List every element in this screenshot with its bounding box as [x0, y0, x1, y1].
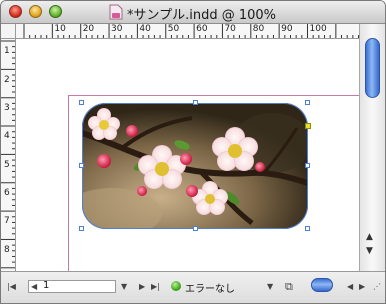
open-document-icon[interactable]: ⧉ [285, 280, 293, 294]
vertical-scrollbar[interactable]: ▲ ▼ [359, 24, 385, 271]
handle-middle-right[interactable] [305, 163, 310, 168]
close-button[interactable] [9, 5, 22, 18]
preflight-status-icon [171, 281, 181, 291]
ruler-label: 3 [4, 103, 10, 114]
margin-guide-left [68, 95, 69, 271]
scroll-up-arrow-icon[interactable]: ▲ [366, 232, 373, 242]
handle-middle-left[interactable] [79, 163, 84, 168]
handle-top-left[interactable] [79, 100, 84, 105]
document-canvas[interactable] [16, 39, 359, 271]
zoom-button[interactable] [49, 5, 62, 18]
margin-guide-top [68, 95, 359, 96]
handle-bottom-middle[interactable] [193, 226, 198, 231]
ruler-origin[interactable] [1, 24, 16, 39]
handle-bottom-right[interactable] [305, 226, 310, 231]
live-corner-handle[interactable] [305, 123, 311, 129]
handle-bottom-left[interactable] [79, 226, 84, 231]
horizontal-scroll-thumb[interactable] [311, 278, 333, 292]
vertical-ruler[interactable]: 1 2 3 4 5 6 7 8 [1, 39, 16, 271]
scroll-right-arrow-icon[interactable]: ▶ [359, 282, 365, 291]
ruler-label: 30 [111, 24, 123, 34]
last-page-icon[interactable]: ▶| [151, 282, 160, 291]
window-title: *サンプル.indd @ 100% [127, 8, 277, 23]
horizontal-ruler[interactable]: 10 20 30 40 50 60 70 80 90 100 [16, 24, 359, 39]
preflight-dropdown-icon[interactable]: ▼ [267, 282, 273, 291]
ruler-label: 70 [224, 24, 236, 34]
ruler-label: 60 [196, 24, 208, 34]
ruler-label: 2 [4, 74, 10, 85]
ruler-label: 4 [4, 131, 10, 142]
ruler-label: 100 [309, 24, 327, 34]
page-dropdown-icon[interactable]: ▼ [121, 282, 127, 291]
page-number-field[interactable] [28, 280, 116, 293]
graphic-frame[interactable] [79, 100, 311, 231]
scroll-down-arrow-icon[interactable]: ▼ [366, 246, 373, 256]
first-page-icon[interactable]: |◀ [7, 282, 16, 291]
ruler-label: 90 [281, 24, 293, 34]
next-page-icon[interactable]: ▶ [139, 282, 145, 291]
minimize-button[interactable] [29, 5, 42, 18]
indesign-doc-icon [109, 4, 123, 20]
ruler-label: 20 [82, 24, 95, 34]
selection-bounds [82, 103, 308, 229]
scroll-left-arrow-icon[interactable]: ◀ [347, 282, 353, 291]
page-number: 1 [43, 280, 50, 291]
resize-grip-icon[interactable]: ⋰ [373, 282, 381, 291]
vertical-ruler-ticks [1, 40, 15, 269]
handle-top-right[interactable] [305, 100, 310, 105]
ruler-label: 8 [4, 244, 10, 255]
document-window: *サンプル.indd @ 100% 10 20 30 40 50 60 70 80 90 100 … [0, 0, 386, 304]
horizontal-ruler-ticks [23, 24, 359, 38]
ruler-label: 80 [252, 24, 265, 34]
ruler-label: 5 [4, 159, 10, 170]
title-bar[interactable]: *サンプル.indd @ 100% [1, 1, 385, 24]
vertical-scroll-thumb[interactable] [365, 38, 380, 98]
preflight-status-text[interactable]: エラーなし [185, 280, 235, 295]
ruler-label: 50 [167, 24, 180, 34]
ruler-label: 40 [139, 24, 151, 34]
ruler-label: 6 [4, 188, 10, 199]
handle-top-middle[interactable] [193, 100, 198, 105]
previous-page-icon[interactable]: ◀ [31, 282, 37, 291]
ruler-label: 10 [54, 24, 66, 34]
ruler-label: 7 [4, 216, 10, 227]
ruler-label: 1 [4, 46, 10, 57]
